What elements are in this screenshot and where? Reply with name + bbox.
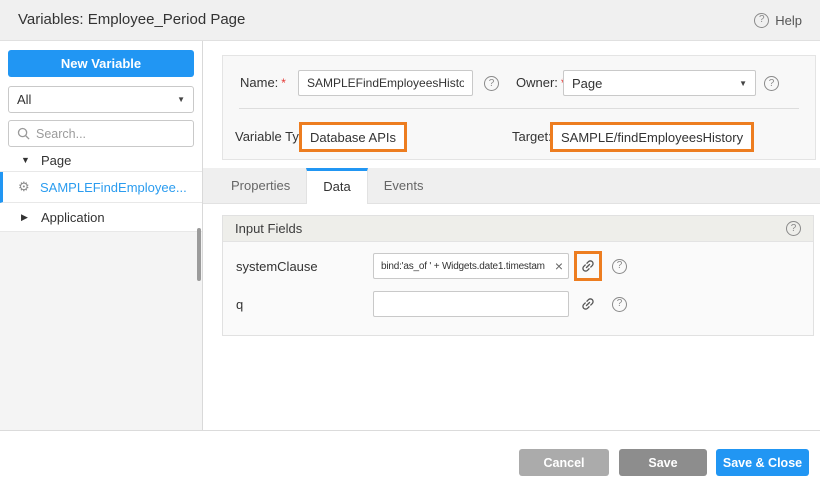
help-button[interactable]: ? Help bbox=[754, 0, 802, 40]
sidebar-group-page-label: Page bbox=[41, 153, 71, 168]
search-icon bbox=[17, 127, 30, 140]
name-input[interactable] bbox=[298, 70, 473, 96]
page-header: Variables: Employee_Period Page ? Help bbox=[0, 0, 820, 41]
tab-properties[interactable]: Properties bbox=[215, 168, 306, 203]
field-label: systemClause bbox=[236, 259, 373, 274]
sidebar-group-page[interactable]: ▼ Page bbox=[0, 149, 202, 172]
systemclause-input[interactable]: bind:'as_of ' + Widgets.date1.timestam × bbox=[373, 253, 569, 279]
input-fields-header: Input Fields ? bbox=[223, 216, 813, 242]
systemclause-value: bind:'as_of ' + Widgets.date1.timestam bbox=[381, 261, 554, 272]
field-row-q: q ? bbox=[223, 285, 813, 323]
target-label: Target: bbox=[512, 122, 552, 152]
action-footer: Cancel Save Save & Close bbox=[0, 430, 820, 489]
variables-sidebar: New Variable All ▼ ▼ Page ⚙ SAMPLEFindEm… bbox=[0, 41, 203, 430]
variable-filter-value: All bbox=[17, 92, 31, 107]
input-fields-help-icon[interactable]: ? bbox=[786, 221, 801, 236]
cancel-button[interactable]: Cancel bbox=[519, 449, 609, 476]
variable-type-highlight: Database APIs bbox=[299, 122, 407, 152]
owner-select[interactable]: Page ▼ bbox=[563, 70, 756, 96]
owner-label: Owner:* bbox=[516, 70, 566, 96]
variable-filter-select[interactable]: All ▼ bbox=[8, 86, 194, 113]
variable-detail-pane: Name:* ? Owner:* Page ▼ ? Variable Type:… bbox=[203, 41, 820, 430]
systemclause-help-icon[interactable]: ? bbox=[612, 259, 627, 274]
input-fields-body: systemClause bind:'as_of ' + Widgets.dat… bbox=[223, 242, 813, 335]
sidebar-background bbox=[0, 231, 202, 430]
target-value: SAMPLE/findEmployeesHistory bbox=[561, 130, 743, 145]
chevron-down-icon: ▼ bbox=[177, 95, 185, 104]
variable-search bbox=[8, 120, 194, 147]
target-highlight: SAMPLE/findEmployeesHistory bbox=[550, 122, 754, 152]
sidebar-item-samplefindemployees[interactable]: ⚙ SAMPLEFindEmployee... bbox=[0, 172, 202, 203]
sidebar-item-label: SAMPLEFindEmployee... bbox=[40, 180, 187, 195]
name-label: Name:* bbox=[240, 70, 286, 96]
owner-value: Page bbox=[572, 76, 602, 91]
link-icon bbox=[577, 255, 600, 278]
new-variable-button[interactable]: New Variable bbox=[8, 50, 194, 77]
field-label: q bbox=[236, 297, 373, 312]
search-input[interactable] bbox=[36, 127, 185, 141]
tab-data[interactable]: Data bbox=[306, 168, 367, 204]
save-close-button[interactable]: Save & Close bbox=[716, 449, 809, 476]
clear-icon[interactable]: × bbox=[554, 259, 564, 273]
chevron-down-icon: ▼ bbox=[739, 79, 747, 88]
chevron-collapsed-icon[interactable]: ▶ bbox=[21, 212, 41, 223]
page-title: Variables: Employee_Period Page bbox=[18, 0, 245, 40]
owner-help-icon[interactable]: ? bbox=[764, 76, 779, 91]
q-input[interactable] bbox=[373, 291, 569, 317]
required-marker: * bbox=[281, 76, 286, 90]
bind-link-button[interactable] bbox=[577, 292, 599, 316]
tab-events[interactable]: Events bbox=[368, 168, 440, 203]
field-row-systemclause: systemClause bind:'as_of ' + Widgets.dat… bbox=[223, 247, 813, 285]
name-help-icon[interactable]: ? bbox=[484, 76, 499, 91]
sidebar-group-application[interactable]: ▶ Application bbox=[0, 203, 202, 232]
variable-type-value: Database APIs bbox=[310, 130, 396, 145]
sidebar-group-application-label: Application bbox=[41, 210, 105, 225]
help-label: Help bbox=[775, 13, 802, 28]
service-variable-icon: ⚙ bbox=[18, 179, 40, 195]
q-help-icon[interactable]: ? bbox=[612, 297, 627, 312]
sidebar-scrollbar-thumb[interactable] bbox=[197, 228, 201, 281]
detail-tabbar: Properties Data Events bbox=[203, 168, 820, 204]
link-icon bbox=[577, 293, 600, 316]
bind-button-highlight bbox=[574, 251, 602, 281]
divider bbox=[239, 108, 799, 109]
save-button[interactable]: Save bbox=[619, 449, 707, 476]
bind-link-button[interactable] bbox=[577, 254, 599, 278]
bind-button-wrap bbox=[574, 289, 602, 319]
help-icon: ? bbox=[754, 13, 769, 28]
chevron-expanded-icon[interactable]: ▼ bbox=[21, 155, 41, 165]
variable-summary-panel: Name:* ? Owner:* Page ▼ ? Variable Type:… bbox=[222, 55, 816, 160]
input-fields-panel: Input Fields ? systemClause bind:'as_of … bbox=[222, 215, 814, 336]
input-fields-title: Input Fields bbox=[235, 221, 302, 236]
